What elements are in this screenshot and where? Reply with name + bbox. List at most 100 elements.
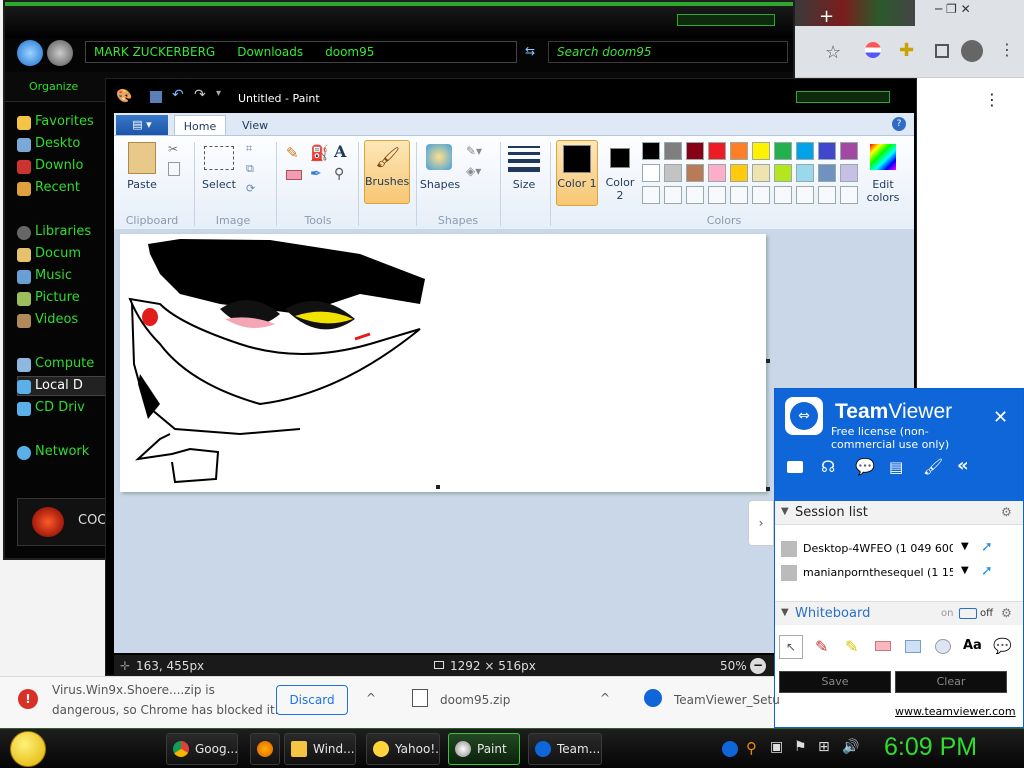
clear-button[interactable]: Clear <box>895 671 1007 693</box>
eraser-icon[interactable] <box>875 641 891 651</box>
connect-cursor-icon[interactable]: ➚ <box>981 539 993 555</box>
color-swatch[interactable] <box>686 142 704 160</box>
select-icon[interactable] <box>204 146 234 170</box>
cut-icon[interactable]: ✂ <box>168 142 178 156</box>
task-paint[interactable]: Paint <box>448 733 520 765</box>
pen-icon[interactable]: ✎ <box>815 637 828 656</box>
start-button-icon[interactable] <box>10 731 46 767</box>
organize-button[interactable]: Organize <box>29 80 78 93</box>
extension-flag-icon[interactable] <box>865 42 881 58</box>
color-swatch[interactable] <box>796 164 814 182</box>
custom-color-slot[interactable] <box>840 186 858 204</box>
save-icon[interactable] <box>150 91 162 103</box>
color-swatch[interactable] <box>818 164 836 182</box>
quick-access-dropdown-icon[interactable]: ▾ <box>216 88 221 99</box>
size-icon[interactable] <box>508 146 540 172</box>
task-chrome[interactable]: Goog... <box>166 733 238 765</box>
color-swatch[interactable] <box>730 142 748 160</box>
paste-icon[interactable] <box>128 142 156 174</box>
color-swatch[interactable] <box>730 164 748 182</box>
tray-search-icon[interactable]: ⚲ <box>746 739 757 757</box>
zoom-out-button[interactable]: − <box>750 658 766 674</box>
color-picker-icon[interactable]: ✒ <box>310 166 322 182</box>
color-swatch[interactable] <box>774 142 792 160</box>
brushes-button[interactable]: 🖌 Brushes <box>364 140 410 204</box>
eraser-icon[interactable] <box>286 170 302 180</box>
custom-color-slot[interactable] <box>642 186 660 204</box>
color-swatch[interactable] <box>752 164 770 182</box>
address-bar[interactable]: MARK ZUCKERBERG Downloads doom95 <box>85 41 517 63</box>
nav-computer[interactable]: Compute <box>35 356 94 371</box>
paste-button[interactable]: Paste <box>124 178 160 191</box>
collapse-icon[interactable]: « <box>957 455 969 476</box>
speech-bubble-icon[interactable]: 💬 <box>993 637 1012 655</box>
crop-icon[interactable]: ⌗ <box>246 142 252 156</box>
edit-colors-button[interactable]: Edit colors <box>860 178 906 204</box>
task-explorer[interactable]: Wind... <box>284 733 356 765</box>
nav-recent[interactable]: Recent <box>35 180 80 195</box>
puzzle-icon[interactable]: ✚ <box>899 40 914 61</box>
session-list-header[interactable]: ▼ Session list ⚙ <box>775 501 1023 525</box>
rectangle-icon[interactable] <box>905 640 921 653</box>
redo-icon[interactable]: ↷ <box>194 87 206 103</box>
color-swatch[interactable] <box>774 164 792 182</box>
copy-icon[interactable] <box>168 162 180 176</box>
custom-color-slot[interactable] <box>686 186 704 204</box>
nav-cd-drive[interactable]: CD Driv <box>35 400 85 415</box>
select-button[interactable]: Select <box>198 178 240 191</box>
breadcrumb-item[interactable]: MARK ZUCKERBERG <box>94 45 215 59</box>
color-swatch[interactable] <box>796 142 814 160</box>
nav-pictures[interactable]: Picture <box>35 290 80 305</box>
save-button[interactable]: Save <box>779 671 891 693</box>
custom-color-slot[interactable] <box>730 186 748 204</box>
whiteboard-toggle[interactable] <box>959 608 977 619</box>
download-item-name[interactable]: doom95.zip <box>440 693 510 707</box>
shapes-icon[interactable] <box>426 144 452 170</box>
rotate-icon[interactable]: ⟳ <box>246 182 255 195</box>
color-swatch[interactable] <box>708 164 726 182</box>
custom-color-slot[interactable] <box>664 186 682 204</box>
refresh-icon[interactable]: ⇆ <box>525 44 535 58</box>
custom-color-slot[interactable] <box>708 186 726 204</box>
task-yahoo[interactable]: Yahoo!... <box>366 733 440 765</box>
dropdown-icon[interactable]: ▼ <box>961 565 969 576</box>
whiteboard-header[interactable]: ▼ Whiteboard on off ⚙ <box>775 601 1023 625</box>
tab-home[interactable]: Home <box>174 115 226 137</box>
close-icon[interactable]: ✕ <box>993 407 1008 428</box>
brush-icon[interactable]: 🖌 <box>923 457 943 476</box>
color-swatch[interactable] <box>708 142 726 160</box>
custom-color-slot[interactable] <box>774 186 792 204</box>
ellipse-icon[interactable] <box>935 639 951 654</box>
list-item[interactable]: manianpornthesequel (1 151 5 ▼ ➚ <box>781 563 1021 585</box>
headset-icon[interactable]: ☊ <box>821 457 835 476</box>
sidebar-icon[interactable] <box>935 44 949 58</box>
breadcrumb-item[interactable]: Downloads <box>237 45 303 59</box>
chevron-up-icon[interactable]: ^ <box>600 691 610 705</box>
color2-button[interactable]: Color 2 <box>602 140 638 206</box>
color-swatch[interactable] <box>752 142 770 160</box>
tray-network-icon[interactable]: ⊞ <box>818 739 830 755</box>
list-item[interactable]: Desktop-4WFEO (1 049 600 75 ▼ ➚ <box>781 539 1021 561</box>
color-swatch[interactable] <box>664 164 682 182</box>
chevron-right-icon[interactable]: › <box>748 500 774 546</box>
chevron-up-icon[interactable]: ^ <box>366 691 376 705</box>
color-swatch[interactable] <box>840 142 858 160</box>
profile-icon[interactable] <box>961 40 983 62</box>
tray-flag-icon[interactable]: ⚑ <box>794 739 807 755</box>
bookmark-star-icon[interactable]: ☆ <box>825 42 841 63</box>
files-icon[interactable]: ▤ <box>889 458 903 476</box>
fill-icon[interactable]: ⛽ <box>310 144 329 162</box>
color-swatch[interactable] <box>642 164 660 182</box>
fill-style-icon[interactable]: ◈▾ <box>466 164 481 178</box>
drawing-canvas[interactable] <box>120 234 766 492</box>
custom-color-slot[interactable] <box>752 186 770 204</box>
back-icon[interactable] <box>17 40 43 66</box>
tray-monitor-icon[interactable]: ▣ <box>770 739 783 755</box>
chat-icon[interactable]: 💬 <box>855 457 875 476</box>
discard-button[interactable]: Discard <box>276 685 348 715</box>
nav-network[interactable]: Network <box>35 444 89 459</box>
color-swatch[interactable] <box>840 164 858 182</box>
highlighter-icon[interactable]: ✎ <box>845 637 858 656</box>
connect-cursor-icon[interactable]: ➚ <box>981 563 993 579</box>
search-input[interactable]: Search doom95 <box>548 41 788 63</box>
